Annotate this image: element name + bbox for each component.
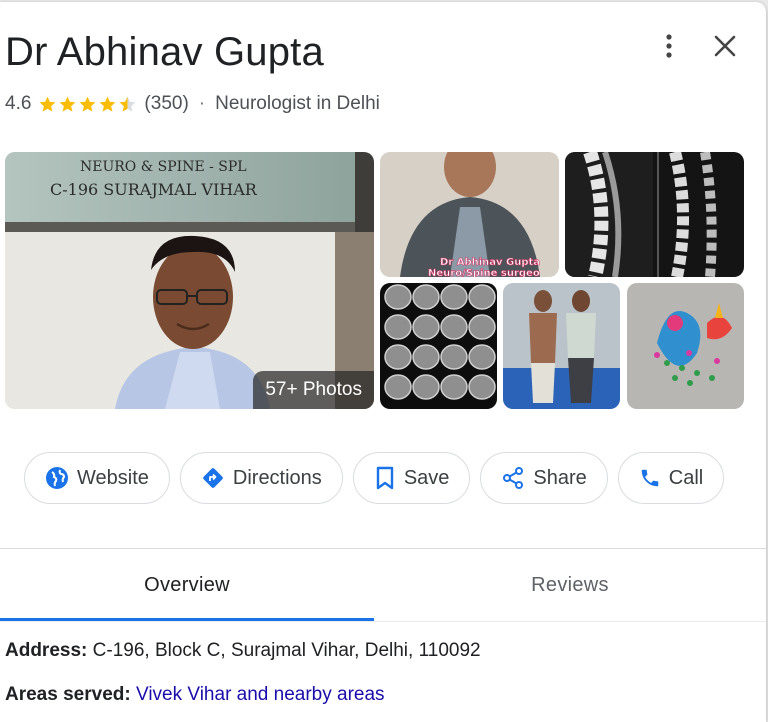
tab-bar: Overview Reviews	[0, 549, 766, 621]
mri-spine-image	[565, 152, 744, 277]
save-button[interactable]: Save	[352, 452, 471, 504]
directions-button[interactable]: Directions	[179, 452, 343, 504]
video-thumbnail-image: Dr Abhinav Gupta Neuro/Spine surgeo	[380, 152, 559, 277]
tab-overview[interactable]: Overview	[0, 549, 374, 621]
star-icon	[60, 96, 76, 112]
share-button[interactable]: Share	[480, 452, 608, 504]
more-options-button[interactable]	[652, 28, 686, 64]
close-icon	[714, 35, 736, 57]
call-label: Call	[668, 466, 704, 489]
star-rating	[38, 95, 138, 114]
address-row: Address: C-196, Block C, Surajmal Vihar,…	[5, 640, 481, 662]
globe-icon	[46, 467, 68, 489]
svg-text:Dr Abhinav Gupta: Dr Abhinav Gupta	[440, 257, 540, 268]
close-button[interactable]	[706, 28, 744, 64]
rating-value: 4.6	[5, 93, 32, 114]
save-label: Save	[403, 466, 450, 489]
half-star-icon	[120, 96, 136, 112]
areas-served-label: Areas served:	[5, 684, 131, 705]
svg-text:NEURO & SPINE - SPL: NEURO & SPINE - SPL	[80, 159, 247, 175]
art-photo[interactable]	[627, 283, 744, 409]
patient-photo[interactable]	[503, 283, 620, 409]
place-title: Dr Abhinav Gupta	[5, 30, 324, 74]
website-label: Website	[77, 466, 149, 489]
place-category: Neurologist in Delhi	[215, 93, 380, 114]
phone-icon	[641, 469, 659, 487]
patient-image	[503, 283, 620, 409]
brain-scan-photo[interactable]	[380, 283, 497, 409]
address-value: C-196, Block C, Surajmal Vihar, Delhi, 1…	[92, 640, 481, 661]
call-button[interactable]: Call	[617, 452, 725, 504]
directions-label: Directions	[232, 466, 322, 489]
brain-scan-image	[380, 283, 497, 409]
bookmark-icon	[376, 466, 394, 490]
action-buttons: Website Directions Save Share Call	[24, 452, 734, 504]
svg-text:C-196 SURAJMAL VIHAR: C-196 SURAJMAL VIHAR	[50, 180, 258, 199]
photos-count-badge[interactable]: 57+ Photos	[253, 371, 374, 409]
share-icon	[503, 467, 524, 489]
art-image	[627, 283, 744, 409]
more-vert-icon	[666, 34, 672, 58]
share-label: Share	[533, 466, 587, 489]
tab-bar-divider	[0, 621, 766, 622]
svg-text:Neuro/Spine surgeo: Neuro/Spine surgeo	[428, 268, 540, 277]
star-icon	[80, 96, 96, 112]
areas-served-link[interactable]: Vivek Vihar and nearby areas	[136, 684, 385, 705]
review-count[interactable]: (350)	[144, 93, 188, 115]
areas-served-row: Areas served: Vivek Vihar and nearby are…	[5, 684, 385, 706]
main-photo[interactable]: NEURO & SPINE - SPL C-196 SURAJMAL VIHAR…	[5, 152, 374, 409]
star-icon	[40, 96, 56, 112]
website-button[interactable]: Website	[24, 452, 170, 504]
separator-dot: ·	[198, 93, 206, 114]
rating-row: 4.6 (350) · Neurologist in Delhi	[5, 92, 380, 116]
place-card: Dr Abhinav Gupta 4.6 (350) · Neurologist	[0, 2, 766, 722]
video-thumbnail[interactable]: Dr Abhinav Gupta Neuro/Spine surgeo	[380, 152, 559, 277]
star-icon	[100, 96, 116, 112]
address-label: Address:	[5, 640, 88, 661]
tab-reviews[interactable]: Reviews	[374, 549, 766, 621]
directions-icon	[203, 468, 223, 488]
mri-spine-photo[interactable]	[565, 152, 744, 277]
